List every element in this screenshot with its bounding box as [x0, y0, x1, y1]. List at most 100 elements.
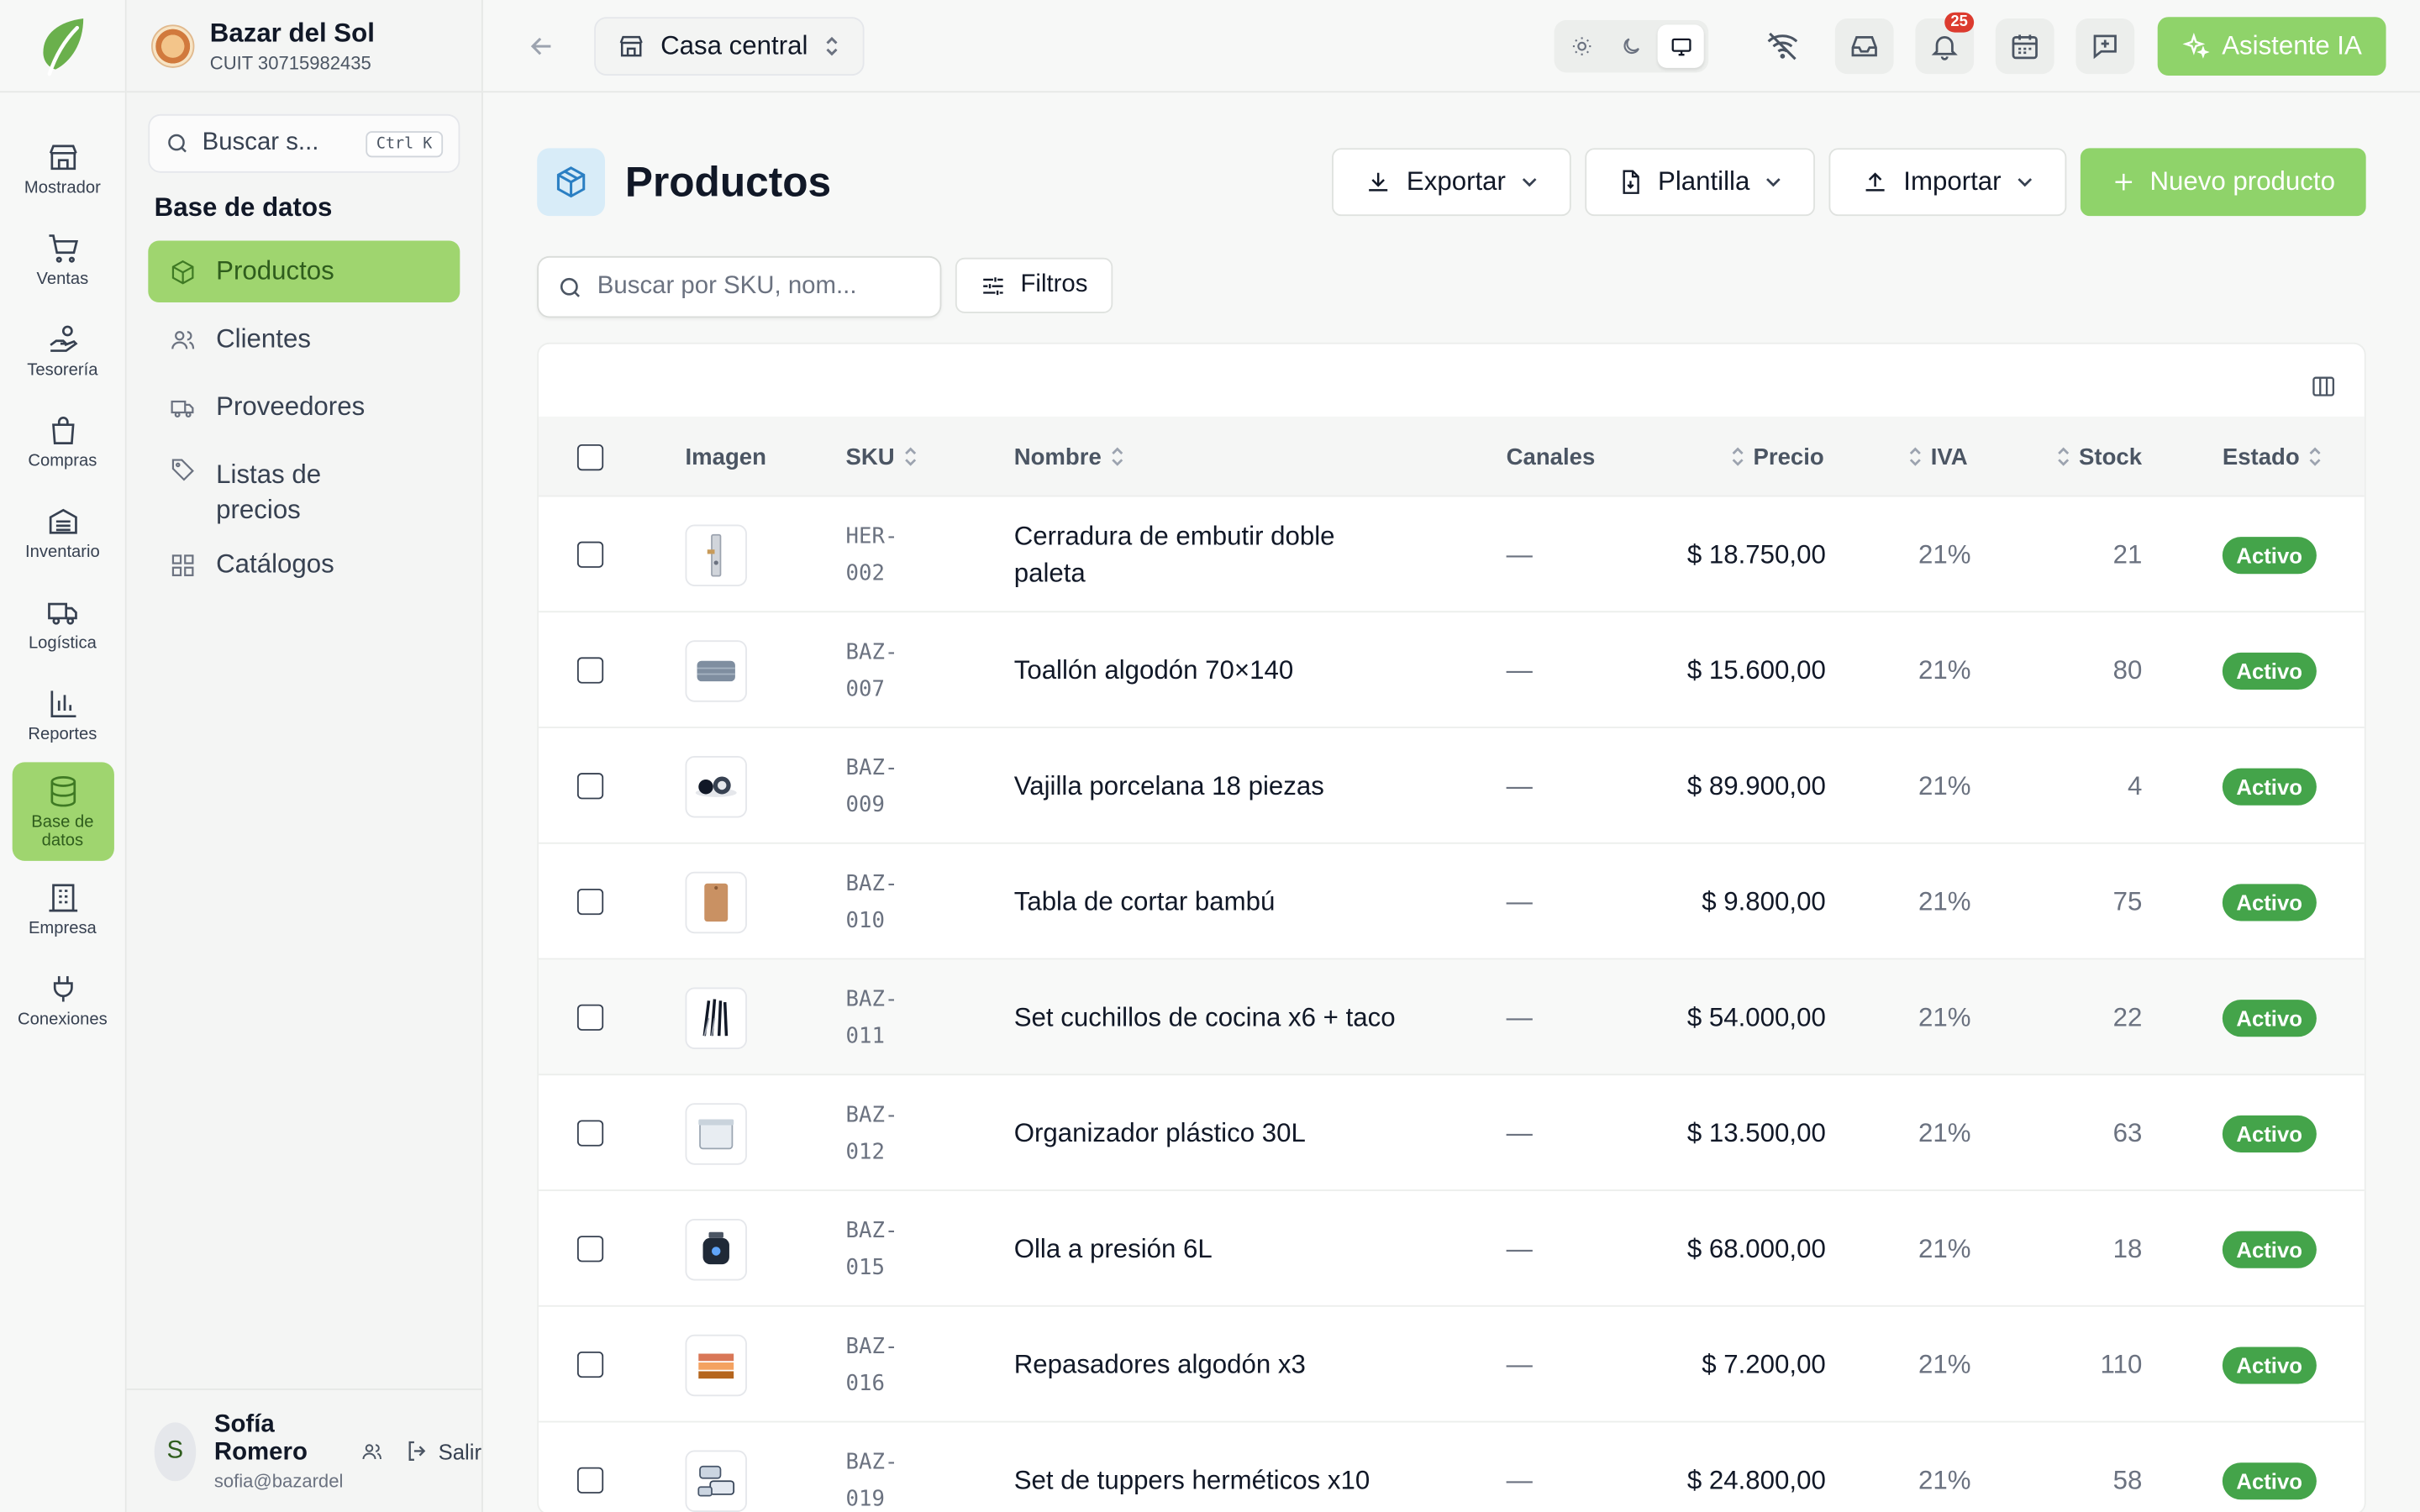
ai-assistant-button[interactable]: Asistente IA [2157, 17, 2386, 76]
rail-item-base-de-datos[interactable]: Base de datos [11, 762, 113, 861]
product-thumbnail[interactable] [685, 755, 747, 817]
table-row[interactable]: BAZ- 015 Olla a presión 6L — $ 68.000,00 21% 1… [539, 1191, 2365, 1307]
select-all-checkbox[interactable] [576, 444, 604, 470]
cart-icon [48, 234, 78, 262]
product-name[interactable]: Organizador plástico 30L [1014, 1075, 1400, 1191]
rail-item-compras[interactable]: Compras [12, 398, 113, 485]
template-button[interactable]: Plantilla [1585, 148, 1815, 217]
back-arrow-icon[interactable] [526, 30, 557, 61]
sidebar-item-listas-de-precios[interactable]: Listas de precios [148, 444, 460, 528]
theme-light-button[interactable] [1559, 24, 1605, 67]
row-checkbox[interactable] [576, 541, 604, 568]
status-badge: Activo [2222, 652, 2317, 690]
rail-item-reportes[interactable]: Reportes [12, 671, 113, 758]
sidebar-item-productos[interactable]: Productos [148, 240, 460, 302]
inbox-button[interactable] [1834, 18, 1894, 75]
iva-cell: 21% [1918, 1001, 1971, 1032]
product-thumbnail[interactable] [685, 1102, 747, 1164]
filters-button[interactable]: Filtros [955, 257, 1113, 313]
table-row[interactable]: BAZ- 007 Toallón algodón 70×140— $ 15.600,0… [539, 612, 2365, 728]
sidebar-item-clientes[interactable]: Clientes [148, 308, 460, 370]
column-status[interactable]: Estado [2223, 417, 2323, 497]
row-checkbox[interactable] [576, 657, 604, 684]
theme-system-button[interactable] [1657, 24, 1704, 68]
sidebar-item-label: Proveedores [216, 391, 366, 422]
truck-icon [170, 399, 193, 417]
import-button[interactable]: Importar [1828, 148, 2067, 217]
row-checkbox[interactable] [576, 1004, 604, 1031]
app-logo[interactable] [0, 0, 125, 93]
product-thumbnail[interactable] [685, 986, 747, 1049]
rail-item-tesorer-a[interactable]: Tesorería [12, 307, 113, 394]
branch-name: Casa central [660, 29, 808, 60]
theme-dark-button[interactable] [1608, 24, 1655, 67]
sidebar-item-proveedores[interactable]: Proveedores [148, 376, 460, 438]
column-price[interactable]: Precio [1730, 417, 1824, 497]
rail-item-label: Compras [28, 451, 97, 470]
product-thumbnail[interactable] [685, 1218, 747, 1280]
table-row[interactable]: BAZ- 019 Set de tuppers herméticos x10— $ 2… [539, 1422, 2365, 1512]
rail-item-log-stica[interactable]: Logística [12, 580, 113, 667]
product-thumbnail[interactable] [685, 639, 747, 701]
column-stock[interactable]: Stock [2055, 417, 2142, 497]
chevron-down-icon [1522, 178, 1536, 187]
new-product-button[interactable]: Nuevo producto [2080, 148, 2366, 217]
row-checkbox[interactable] [576, 1236, 604, 1263]
product-image [698, 1118, 734, 1149]
rail-item-ventas[interactable]: Ventas [12, 216, 113, 302]
product-name[interactable]: Tabla de cortar bambú [1014, 844, 1400, 960]
row-select-cell [576, 844, 604, 960]
sidebar-search[interactable]: Buscar s... Ctrl K [148, 113, 460, 173]
rail-item-conexiones[interactable]: Conexiones [12, 957, 113, 1043]
table-row[interactable]: BAZ- 012 Organizador plástico 30L — $ 13.500… [539, 1075, 2365, 1191]
sku-number: 007 [845, 676, 885, 701]
export-button[interactable]: Exportar [1332, 148, 1571, 217]
row-checkbox[interactable] [576, 888, 604, 916]
product-thumbnail[interactable] [685, 523, 747, 586]
row-checkbox[interactable] [576, 1351, 604, 1378]
table-row[interactable]: BAZ- 009 Vajilla porcelana 18 piezas — $ 89.… [539, 728, 2365, 844]
status-cell: Activo [2222, 1307, 2317, 1423]
column-sku[interactable]: SKU [846, 417, 918, 497]
product-name[interactable]: Olla a presión 6L [1014, 1191, 1400, 1307]
product-name[interactable]: Repasadores algodón x3 [1014, 1307, 1400, 1423]
notifications-button[interactable]: 25 [1915, 12, 1975, 75]
column-iva[interactable]: IVA [1907, 417, 1968, 497]
branch-selector[interactable]: Casa central [594, 16, 865, 76]
offline-button[interactable] [1753, 18, 1812, 74]
product-name[interactable]: Set cuchillos de cocina x6 + taco [1014, 959, 1400, 1075]
avatar[interactable]: S [154, 1421, 196, 1481]
table-row[interactable]: HER- 002 Cerradura de embutir doble paleta… [539, 496, 2365, 613]
rail-item-mostrador[interactable]: Mostrador [12, 125, 113, 212]
product-search-input[interactable]: Buscar por SKU, nom... [537, 255, 942, 318]
product-name[interactable]: Toallón algodón 70×140 [1014, 612, 1400, 728]
table-row[interactable]: BAZ- 011 Set cuchillos de cocina x6 + taco… [539, 959, 2365, 1076]
users-switch-icon[interactable] [361, 1436, 383, 1467]
product-thumbnail[interactable] [685, 870, 747, 933]
row-checkbox[interactable] [576, 1120, 604, 1147]
company-header[interactable]: Bazar del Sol CUIT 30715982435 [126, 0, 482, 93]
row-checkbox[interactable] [576, 773, 604, 800]
sidebar-item-cat-logos[interactable]: Catálogos [148, 533, 460, 595]
sku-number: 002 [845, 560, 885, 586]
table-row[interactable]: BAZ- 010 Tabla de cortar bambú — $ 9.800,00 2… [539, 844, 2365, 960]
rail-item-empresa[interactable]: Empresa [12, 865, 113, 952]
column-name[interactable]: Nombre [1014, 417, 1125, 497]
product-name[interactable]: Vajilla porcelana 18 piezas [1014, 728, 1400, 844]
calendar-button[interactable] [1995, 18, 2054, 75]
product-name[interactable]: Set de tuppers herméticos x10 [1014, 1422, 1400, 1512]
product-thumbnail[interactable] [685, 1449, 747, 1512]
rail-item-inventario[interactable]: Inventario [12, 489, 113, 575]
sku-prefix: HER- [845, 523, 898, 549]
columns-toggle-button[interactable] [2311, 373, 2337, 407]
product-name[interactable]: Cerradura de embutir doble paleta [1014, 496, 1400, 612]
tag-icon [171, 459, 194, 481]
row-checkbox[interactable] [576, 1467, 604, 1494]
column-price-label: Precio [1753, 444, 1824, 470]
status-cell: Activo [2222, 1191, 2317, 1307]
store-icon [619, 34, 643, 56]
feedback-button[interactable] [2075, 18, 2135, 75]
logout-button[interactable]: Salir [404, 1438, 481, 1464]
product-thumbnail[interactable] [685, 1333, 747, 1396]
table-row[interactable]: BAZ- 016 Repasadores algodón x3— $ 7.200,00… [539, 1307, 2365, 1423]
